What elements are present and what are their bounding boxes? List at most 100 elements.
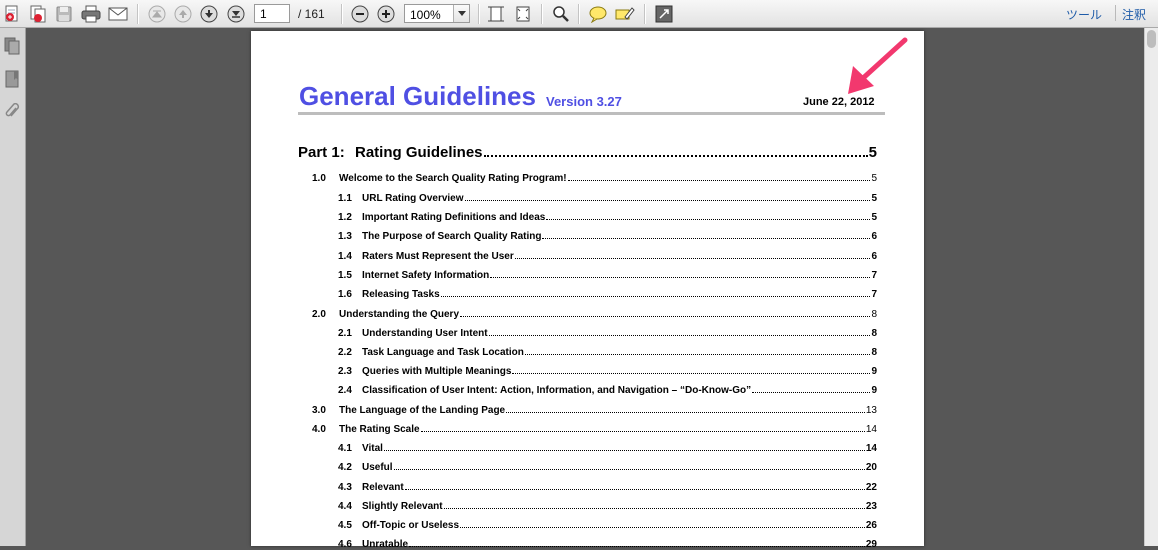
toc-entry[interactable]: 2.4 Classification of User Intent: Action… (338, 384, 877, 396)
print-icon[interactable] (80, 3, 102, 25)
page-number-value: 1 (260, 7, 267, 21)
toc-entry-label: URL Rating Overview (362, 193, 464, 204)
toc-leader-dots (512, 365, 871, 374)
toc-entry-label: Slightly Relevant (362, 501, 443, 512)
toc-entry[interactable]: 4.2 Useful 20 (338, 461, 877, 473)
toc-entry-number: 4.1 (338, 443, 352, 454)
toc-entry[interactable]: 2.2 Task Language and Task Location 8 (338, 346, 877, 358)
toc-entry[interactable]: 1.6 Releasing Tasks 7 (338, 288, 877, 300)
toc-entry-label: Welcome to the Search Quality Rating Pro… (339, 173, 567, 184)
toc-leader-dots (542, 230, 871, 239)
toc-entry[interactable]: 4.3 Relevant 22 (338, 481, 877, 493)
toc-entry[interactable]: 1.4 Raters Must Represent the User 6 (338, 250, 877, 262)
fit-width-icon[interactable] (485, 3, 507, 25)
last-page-icon[interactable] (225, 3, 247, 25)
toc-entry-label: Raters Must Represent the User (362, 251, 514, 262)
toc-entry-page: 6 (871, 231, 877, 242)
next-page-icon[interactable] (198, 3, 220, 25)
zoom-value: 100% (410, 8, 441, 22)
toc-leader-dots (443, 500, 865, 509)
scrollbar-thumb[interactable] (1147, 30, 1156, 48)
previous-page-icon[interactable] (172, 3, 194, 25)
toc-entry-page: 7 (871, 289, 877, 300)
toc-entry-page: 9 (871, 366, 877, 377)
toc-entry-label: Classification of User Intent: Action, I… (362, 385, 752, 396)
toc-leader-dots (460, 308, 871, 317)
vertical-scrollbar[interactable] (1144, 28, 1158, 546)
highlight-icon[interactable] (614, 3, 636, 25)
toc-entry[interactable]: 1.2 Important Rating Definitions and Idea… (338, 211, 877, 223)
toc-entry-page: 22 (865, 482, 877, 493)
toc-entry[interactable]: 1.5 Internet Safety Information 7 (338, 269, 877, 281)
toc-entry-number: 2.3 (338, 366, 352, 377)
page-thumbnails-icon[interactable] (3, 36, 21, 56)
toc-entry-number: 1.1 (338, 193, 352, 204)
toc-leader-dots (490, 269, 871, 278)
toc-entry[interactable]: 4.1 Vital 14 (338, 442, 877, 454)
full-screen-icon[interactable] (653, 3, 675, 25)
toc-entry-label: Relevant (362, 482, 404, 493)
toc-entry[interactable]: 4.4 Slightly Relevant 23 (338, 500, 877, 512)
toc-leader-dots (404, 481, 865, 490)
toc-entry-label: Unratable (362, 539, 409, 550)
toc-entry-label: Understanding User Intent (362, 328, 488, 339)
page-count: / 161 (298, 7, 325, 21)
toc-entry-label: Important Rating Definitions and Ideas (362, 212, 546, 223)
first-page-icon[interactable] (146, 3, 168, 25)
comment-menu[interactable]: 注釈 (1122, 6, 1146, 23)
toc-entry[interactable]: 2.0 Understanding the Query 8 (312, 308, 877, 320)
toc-entry[interactable]: 1.3 The Purpose of Search Quality Rating 6 (338, 230, 877, 242)
toc-entry-number: 4.6 (338, 539, 352, 550)
toc-leader-dots (460, 519, 865, 528)
title-rule (298, 112, 885, 115)
toc-entry[interactable]: Part 1: Rating Guidelines 5 (298, 144, 877, 161)
toc-entry[interactable]: 4.6 Unratable 29 (338, 538, 877, 550)
toc-leader-dots (567, 172, 871, 181)
toc-entry-page: 14 (865, 424, 877, 435)
toc-leader-dots (464, 192, 871, 201)
toc-entry-number: 4.4 (338, 501, 352, 512)
combine-files-icon[interactable] (27, 3, 49, 25)
find-icon[interactable] (550, 3, 572, 25)
toc-entry[interactable]: 1.0 Welcome to the Search Quality Rating … (312, 172, 877, 184)
toc-entry-label: Useful (362, 462, 393, 473)
tools-menu[interactable]: ツール (1066, 6, 1102, 23)
toc-entry-page: 29 (865, 539, 877, 550)
comment-icon[interactable] (587, 3, 609, 25)
toc-entry-number: 1.6 (338, 289, 352, 300)
zoom-select[interactable]: 100% (404, 4, 470, 23)
email-icon[interactable] (107, 3, 129, 25)
toc-entry-number: 2.2 (338, 347, 352, 358)
toc-leader-dots (524, 346, 871, 355)
toc-entry-page: 6 (871, 251, 877, 262)
toc-entry[interactable]: 2.3 Queries with Multiple Meanings 9 (338, 365, 877, 377)
toc-entry-page: 8 (871, 347, 877, 358)
toc-entry-number: 4.2 (338, 462, 352, 473)
chevron-down-icon[interactable] (453, 5, 469, 22)
fit-page-icon[interactable] (512, 3, 534, 25)
toc-leader-dots (488, 327, 871, 336)
toc-leader-dots (752, 384, 871, 393)
toc-entry[interactable]: 4.5 Off-Topic or Useless 26 (338, 519, 877, 531)
toc-entry[interactable]: 2.1 Understanding User Intent 8 (338, 327, 877, 339)
zoom-out-icon[interactable] (349, 3, 371, 25)
attachments-icon[interactable] (3, 102, 21, 122)
toc-entry-label: Understanding the Query (339, 309, 460, 320)
save-icon[interactable] (53, 3, 75, 25)
toc-entry-number: 4.0 (312, 424, 326, 435)
toc-entry-label: The Purpose of Search Quality Rating (362, 231, 542, 242)
document-page: General Guidelines Version 3.27 June 22,… (251, 31, 924, 550)
toc-entry-number: 4.5 (338, 520, 352, 531)
toc-entry-page: 13 (865, 405, 877, 416)
toc-entry-number: 2.0 (312, 309, 326, 320)
page-number-input[interactable]: 1 (254, 4, 290, 23)
toc-entry[interactable]: 3.0 The Language of the Landing Page 13 (312, 404, 877, 416)
toc-entry[interactable]: 1.1 URL Rating Overview 5 (338, 192, 877, 204)
toc-entry-number: 1.5 (338, 270, 352, 281)
toc-entry-number: 1.2 (338, 212, 352, 223)
toc-entry[interactable]: 4.0 The Rating Scale 14 (312, 423, 877, 435)
create-pdf-icon[interactable] (1, 3, 23, 25)
toc-entry-number: 3.0 (312, 405, 326, 416)
zoom-in-icon[interactable] (375, 3, 397, 25)
bookmarks-icon[interactable] (3, 69, 21, 89)
